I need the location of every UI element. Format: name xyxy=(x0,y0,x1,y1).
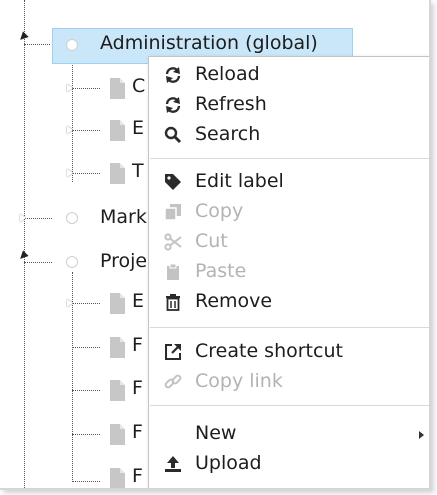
refresh-icon xyxy=(164,96,182,114)
menu-item-label: Paste xyxy=(195,260,247,282)
clipboard-icon xyxy=(164,263,182,281)
menu-item-label: Copy link xyxy=(195,370,283,392)
menu-item-upload[interactable]: Upload xyxy=(149,449,429,479)
tree-connector xyxy=(72,88,100,89)
tree-node-label[interactable]: C xyxy=(132,75,145,97)
collapsed-arrow-icon[interactable] xyxy=(67,126,73,134)
reload-icon xyxy=(164,66,182,84)
folder-circle-icon xyxy=(66,212,78,224)
tree-connector xyxy=(72,390,100,391)
tree-connector xyxy=(72,481,100,482)
tag-icon xyxy=(164,173,182,191)
tree-connector xyxy=(24,0,25,488)
menu-item-label: Cut xyxy=(195,230,228,252)
document-icon xyxy=(110,468,125,488)
collapsed-arrow-icon[interactable] xyxy=(67,169,73,177)
tree-node-label[interactable]: E xyxy=(132,117,144,139)
menu-item-label: Refresh xyxy=(195,93,267,115)
menu-item-label: Reload xyxy=(195,63,260,85)
submenu-arrow-icon xyxy=(419,431,424,439)
tree-node-label[interactable]: F xyxy=(132,377,143,399)
tree-node-label[interactable]: Administration (global) xyxy=(100,32,318,54)
menu-item-remove[interactable]: Remove xyxy=(149,287,429,317)
menu-item-label: Create shortcut xyxy=(195,340,343,362)
menu-item-reload[interactable]: Reload xyxy=(149,60,429,90)
document-icon xyxy=(110,424,125,445)
menu-separator xyxy=(150,327,429,328)
copy-icon xyxy=(164,203,182,221)
document-icon xyxy=(110,380,125,401)
tree-node-label[interactable]: Proje xyxy=(100,250,147,272)
menu-item-label: Upload xyxy=(195,452,262,474)
tree-node-label[interactable]: E xyxy=(132,290,144,312)
document-icon xyxy=(110,293,125,314)
tree-connector xyxy=(72,303,100,304)
tree-connector xyxy=(72,130,100,131)
menu-item-refresh[interactable]: Refresh xyxy=(149,90,429,120)
tree-node-label[interactable]: F xyxy=(132,421,143,443)
menu-item-copy-link[interactable]: Copy link xyxy=(149,367,429,397)
tree-node-label[interactable]: F xyxy=(132,465,143,487)
collapsed-arrow-icon[interactable] xyxy=(67,84,73,92)
menu-item-cut[interactable]: Cut xyxy=(149,227,429,257)
menu-item-new[interactable]: New xyxy=(149,419,429,449)
trash-icon xyxy=(164,293,182,311)
tree-connector xyxy=(24,218,52,219)
context-menu: Reload Refresh Search Edit label Copy Cu… xyxy=(148,56,429,488)
menu-item-edit-label[interactable]: Edit label xyxy=(149,167,429,197)
tree-connector xyxy=(72,434,100,435)
collapsed-arrow-icon[interactable] xyxy=(20,214,26,222)
search-icon xyxy=(164,126,182,144)
menu-separator xyxy=(150,158,429,159)
tree-connector xyxy=(24,262,52,263)
document-icon xyxy=(110,120,125,141)
external-link-icon xyxy=(164,343,182,361)
tree-connector xyxy=(24,44,50,45)
menu-item-label: Copy xyxy=(195,200,244,222)
tree-node-label[interactable]: T xyxy=(132,160,144,182)
expanded-arrow-icon[interactable] xyxy=(17,250,29,262)
folder-circle-icon xyxy=(66,39,78,51)
menu-item-label: Edit label xyxy=(195,170,284,192)
tree-panel: Administration (global) C E T Mark Proje… xyxy=(0,0,431,490)
document-icon xyxy=(110,78,125,99)
expanded-arrow-icon[interactable] xyxy=(17,31,29,43)
menu-separator xyxy=(150,405,429,406)
upload-icon xyxy=(164,455,182,473)
menu-item-label: Remove xyxy=(195,290,273,312)
tree-node-label[interactable]: Mark xyxy=(100,206,147,228)
menu-item-label: Search xyxy=(195,123,261,145)
menu-item-search[interactable]: Search xyxy=(149,120,429,150)
tree-node-label[interactable]: F xyxy=(132,334,143,356)
tree-connector xyxy=(72,173,100,174)
menu-item-create-shortcut[interactable]: Create shortcut xyxy=(149,337,429,367)
menu-item-paste[interactable]: Paste xyxy=(149,257,429,287)
scissors-icon xyxy=(164,233,182,251)
tree-connector xyxy=(72,347,100,348)
collapsed-arrow-icon[interactable] xyxy=(67,299,73,307)
document-icon xyxy=(110,337,125,358)
menu-item-copy[interactable]: Copy xyxy=(149,197,429,227)
folder-circle-icon xyxy=(66,256,78,268)
link-icon xyxy=(164,373,182,391)
menu-item-label: New xyxy=(195,422,237,444)
document-icon xyxy=(110,163,125,184)
tree-connector xyxy=(72,52,73,182)
